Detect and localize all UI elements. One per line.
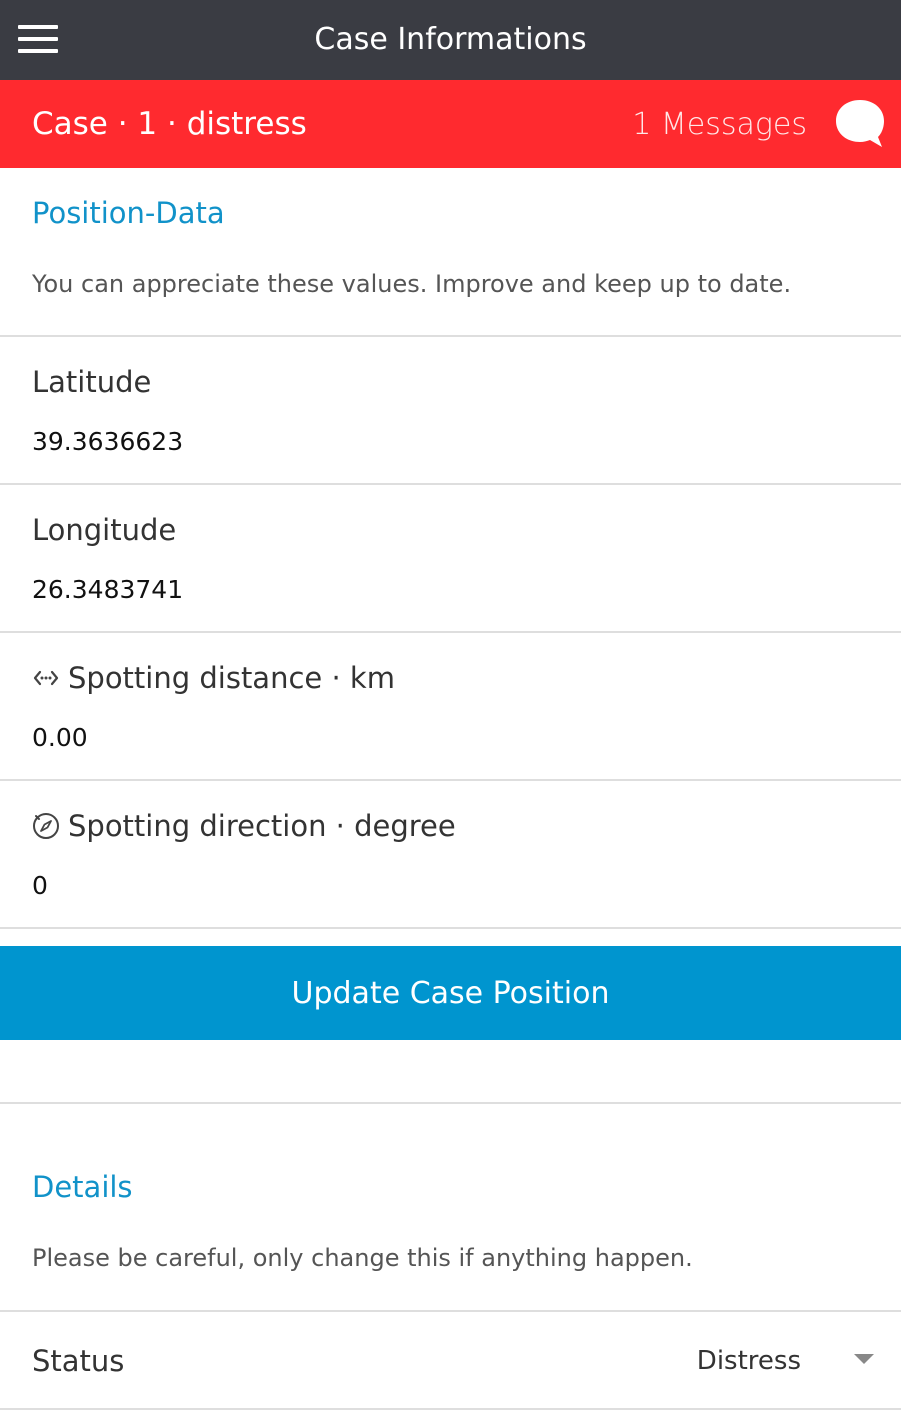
status-selected-value: Distress — [696, 1346, 801, 1376]
status-select[interactable]: Status Distress — [0, 1312, 901, 1410]
latitude-label: Latitude — [32, 365, 152, 399]
details-title: Details — [32, 1170, 133, 1204]
details-header: Details Please be careful, only change t… — [0, 1104, 901, 1312]
spotting-distance-label: Spotting distance · km — [32, 661, 395, 695]
latitude-row: Latitude — [0, 337, 901, 485]
distance-arrows-icon — [33, 670, 59, 686]
case-status-bar: Case · 1 · distress 1 Messages — [0, 80, 901, 168]
longitude-input[interactable] — [32, 575, 872, 604]
messages-label: 1 Messages — [632, 106, 807, 142]
position-data-header: Position-Data You can appreciate these v… — [0, 168, 901, 337]
app-header: Case Informations — [0, 0, 901, 80]
longitude-row: Longitude — [0, 485, 901, 633]
latitude-input[interactable] — [32, 427, 872, 456]
messages-button[interactable]: 1 Messages — [632, 80, 887, 168]
spotting-direction-row: Spotting direction · degree — [0, 781, 901, 929]
page-title: Case Informations — [314, 22, 587, 57]
details-description: Please be careful, only change this if a… — [32, 1244, 693, 1272]
update-case-position-button[interactable]: Update Case Position — [0, 946, 901, 1040]
position-data-title: Position-Data — [32, 196, 225, 230]
position-data-description: You can appreciate these values. Improve… — [32, 270, 792, 298]
compass-icon — [33, 813, 59, 839]
spotting-direction-label: Spotting direction · degree — [32, 809, 456, 843]
spotting-distance-input[interactable] — [32, 723, 872, 752]
chat-bubble-icon — [836, 100, 884, 147]
case-title: Case · 1 · distress — [32, 106, 307, 142]
chevron-down-icon — [854, 1354, 874, 1364]
longitude-label: Longitude — [32, 513, 177, 547]
spotting-direction-input[interactable] — [32, 871, 872, 900]
status-label: Status — [32, 1344, 125, 1378]
spotting-distance-row: Spotting distance · km — [0, 633, 901, 781]
